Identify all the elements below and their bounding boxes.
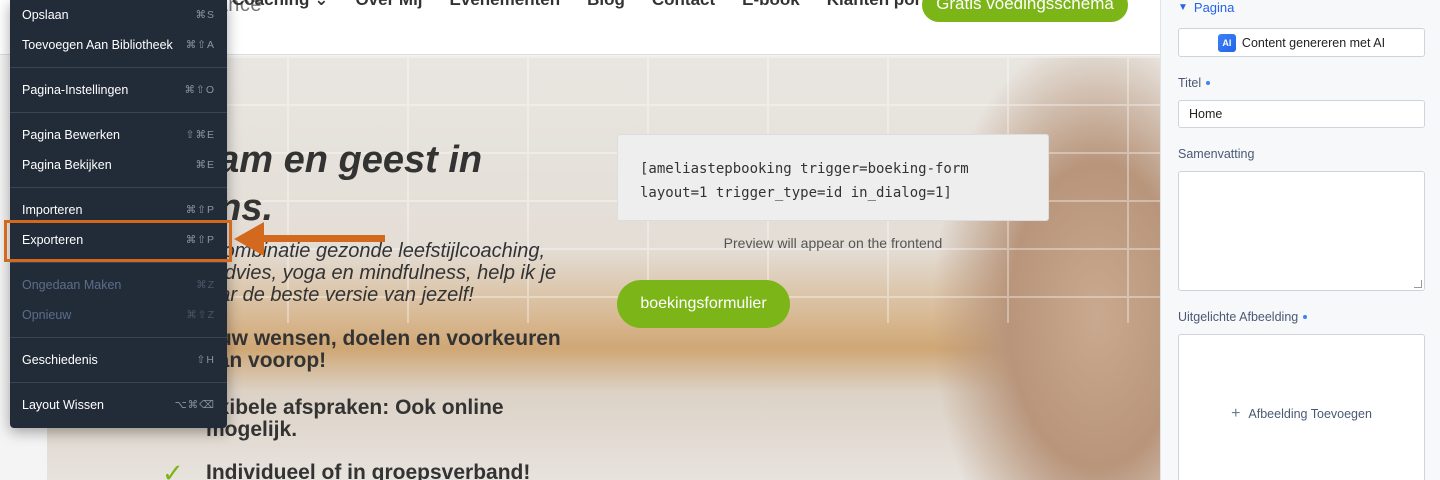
hero-bullet: ouw wensen, doelen en voorkeuren aan voo… bbox=[206, 327, 561, 372]
ai-icon: AI bbox=[1217, 33, 1236, 52]
annotation-arrow bbox=[262, 235, 385, 242]
menu-item-pagina-bewerken[interactable]: Pagina Bewerken ⇧⌘E bbox=[10, 120, 227, 150]
cta-button[interactable]: Gratis voedingsschema bbox=[922, 0, 1128, 22]
settings-panel: ▼ Pagina AI Content genereren met AI Tit… bbox=[1160, 0, 1440, 480]
menu-divider bbox=[10, 382, 227, 383]
resize-handle-icon[interactable] bbox=[1414, 280, 1422, 288]
nav-item-contact[interactable]: Contact bbox=[652, 0, 715, 10]
hero-title: aam en geest in ans. bbox=[197, 139, 483, 229]
featured-image-label: Uitgelichte Afbeelding bbox=[1178, 310, 1308, 324]
editor-window: alance Coaching ⌄ Over Mij Evenementen B… bbox=[0, 0, 1440, 480]
menu-item-opnieuw: Opnieuw ⌘⇧Z bbox=[22, 308, 215, 322]
summary-label: Samenvatting bbox=[1178, 147, 1255, 161]
title-label: Titel bbox=[1178, 76, 1211, 90]
menu-item-geschiedenis[interactable]: Geschiedenis ⇧H bbox=[10, 345, 227, 375]
menu-divider bbox=[10, 67, 227, 68]
hero-bullet: Individueel of in groepsverband! bbox=[206, 461, 531, 480]
check-icon: ✓ bbox=[162, 458, 184, 480]
ai-generate-button[interactable]: AI Content genereren met AI bbox=[1178, 28, 1425, 57]
nav-item-over-mij[interactable]: Over Mij bbox=[355, 0, 422, 10]
summary-textarea[interactable] bbox=[1178, 171, 1425, 291]
plus-icon: + bbox=[1231, 405, 1241, 422]
nav-item-evenementen[interactable]: Evenementen bbox=[450, 0, 561, 10]
nav-item-ebook[interactable]: E-book bbox=[742, 0, 800, 10]
nav-item-blog[interactable]: Blog bbox=[587, 0, 625, 10]
context-menu: Opslaan ⌘S Toevoegen Aan Bibliotheek ⌘⇧A P… bbox=[10, 0, 227, 428]
title-input[interactable]: Home bbox=[1178, 100, 1425, 128]
menu-divider bbox=[10, 187, 227, 188]
booking-form-button[interactable]: boekingsformulier bbox=[617, 280, 790, 328]
highlight-box bbox=[4, 220, 232, 262]
menu-item-layout-wissen[interactable]: Layout Wissen ⌥⌘⌫ bbox=[10, 390, 227, 420]
required-dot-icon bbox=[1206, 81, 1211, 85]
menu-item-pagina-instellingen[interactable]: Pagina-Instellingen ⌘⇧O bbox=[10, 75, 227, 105]
hero-bullet: exibele afspraken: Ook online mogelijk. bbox=[206, 396, 504, 441]
site-nav: Coaching ⌄ Over Mij Evenementen Blog Con… bbox=[232, 0, 951, 10]
add-image-button[interactable]: + Afbeelding Toevoegen bbox=[1178, 334, 1425, 480]
chevron-down-icon: ⌄ bbox=[314, 0, 328, 9]
menu-item-ongedaan-maken: Ongedaan Maken ⌘Z bbox=[22, 278, 215, 292]
shortcode-block[interactable]: [ameliastepbooking trigger=boeking-form … bbox=[617, 134, 1049, 221]
menu-item-opslaan[interactable]: Opslaan ⌘S bbox=[10, 0, 227, 30]
menu-item-toevoegen-aan-bibliotheek[interactable]: Toevoegen Aan Bibliotheek ⌘⇧A bbox=[10, 30, 227, 60]
menu-item-pagina-bekijken[interactable]: Pagina Bekijken ⌘E bbox=[10, 150, 227, 180]
menu-divider bbox=[10, 337, 227, 338]
required-dot-icon bbox=[1303, 315, 1308, 319]
section-toggle-pagina[interactable]: ▼ Pagina bbox=[1178, 0, 1234, 15]
arrow-left-icon bbox=[234, 222, 264, 256]
preview-note: Preview will appear on the frontend bbox=[723, 235, 943, 251]
menu-divider bbox=[10, 262, 227, 263]
menu-divider bbox=[10, 112, 227, 113]
nav-item-coaching[interactable]: Coaching ⌄ bbox=[232, 0, 328, 10]
caret-down-icon: ▼ bbox=[1178, 2, 1188, 13]
